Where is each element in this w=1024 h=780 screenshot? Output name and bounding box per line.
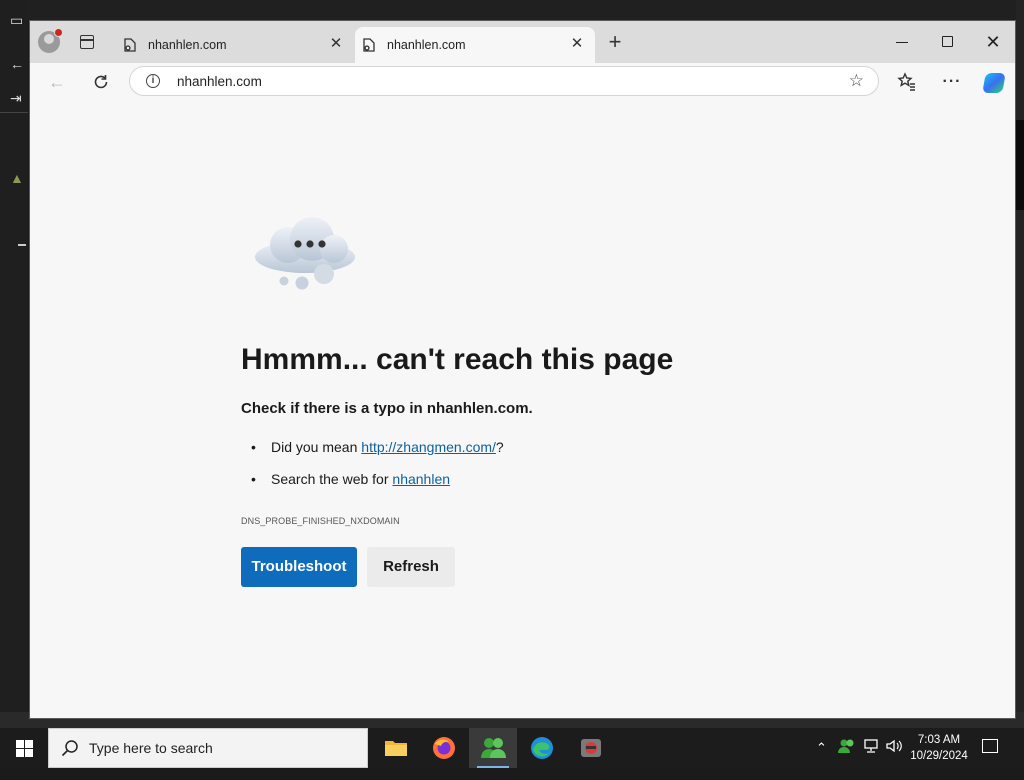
tab-active[interactable]: nhanhlen.com ✕ xyxy=(355,27,595,63)
back-button[interactable]: ← xyxy=(46,71,68,93)
background-window-strip xyxy=(0,0,1024,20)
refresh-button[interactable] xyxy=(90,71,112,93)
search-placeholder: Type here to search xyxy=(89,740,213,756)
background-tree-icon: ▲ xyxy=(10,170,24,186)
tab-actions-icon xyxy=(80,35,94,49)
suggestion-list: • Did you mean http://zhangmen.com/? • S… xyxy=(241,439,504,503)
profile-avatar[interactable] xyxy=(38,28,63,53)
notification-dot xyxy=(54,28,63,37)
tab-title: nhanhlen.com xyxy=(148,38,227,52)
game-icon[interactable] xyxy=(567,728,615,768)
tab-title: nhanhlen.com xyxy=(387,38,466,52)
bullet-icon: • xyxy=(251,439,256,455)
background-divider xyxy=(0,112,28,113)
windows-logo-icon xyxy=(16,740,24,748)
copilot-button[interactable] xyxy=(982,72,1006,94)
refresh-page-button[interactable]: Refresh xyxy=(367,547,455,587)
background-marker xyxy=(18,244,26,246)
file-explorer-icon[interactable] xyxy=(372,728,420,768)
browser-toolbar: ← i nhanhlen.com ☆ ··· xyxy=(30,63,1015,101)
search-web-link[interactable]: nhanhlen xyxy=(392,471,450,487)
background-back-icon: ← xyxy=(10,56,24,72)
firefox-icon[interactable] xyxy=(420,728,468,768)
error-headline: Hmmm... can't reach this page xyxy=(241,343,674,376)
refresh-icon xyxy=(94,75,108,89)
error-page: Hmmm... can't reach this page Check if t… xyxy=(30,101,1015,718)
tab-actions-button[interactable] xyxy=(78,33,96,51)
cloud-icon xyxy=(255,217,355,290)
site-info-icon[interactable]: i xyxy=(146,74,160,88)
tab-close-icon[interactable]: ✕ xyxy=(328,36,344,52)
error-code: DNS_PROBE_FINISHED_NXDOMAIN xyxy=(241,516,400,526)
browser-window: nhanhlen.com ✕ nhanhlen.com ✕ + ✕ ← i nh… xyxy=(29,20,1016,719)
clock-date: 10/29/2024 xyxy=(910,750,968,762)
page-error-icon xyxy=(124,38,136,52)
clock-time: 7:03 AM xyxy=(917,734,961,746)
suggestion-prefix: Did you mean xyxy=(271,439,362,455)
background-block xyxy=(1016,120,1024,210)
suggestion-prefix: Search the web for xyxy=(271,471,393,487)
tray-overflow-icon[interactable]: ⌃ xyxy=(816,740,827,780)
tab-strip: nhanhlen.com ✕ nhanhlen.com ✕ + ✕ xyxy=(30,21,1015,63)
favorites-icon xyxy=(897,72,915,91)
more-options-button[interactable]: ··· xyxy=(941,72,963,94)
copilot-icon xyxy=(982,73,1006,93)
address-url[interactable]: nhanhlen.com xyxy=(177,74,262,89)
background-window-icon: ▭ xyxy=(10,12,24,28)
close-window-button[interactable]: ✕ xyxy=(982,31,1004,53)
suggestion-item: • Did you mean http://zhangmen.com/? xyxy=(241,439,504,471)
notifications-icon[interactable] xyxy=(982,739,998,753)
people-icon[interactable] xyxy=(469,728,517,768)
windows-logo-pane xyxy=(16,749,24,757)
page-error-icon xyxy=(363,38,375,52)
bullet-icon: • xyxy=(251,471,256,487)
taskbar: Type here to search ⌃ 7:03 AM 10/29/2024 xyxy=(0,728,1024,768)
windows-logo-pane xyxy=(25,740,33,748)
taskbar-clock[interactable]: 7:03 AM 10/29/2024 xyxy=(906,732,972,764)
suggested-url-link[interactable]: http://zhangmen.com/ xyxy=(361,439,496,455)
favorites-button[interactable] xyxy=(896,72,918,94)
start-button[interactable] xyxy=(0,728,48,768)
add-favorite-icon[interactable]: ☆ xyxy=(849,71,864,91)
suggestion-item: • Search the web for nhanhlen xyxy=(241,471,504,503)
tab-inactive[interactable]: nhanhlen.com ✕ xyxy=(116,27,354,63)
suggestion-suffix: ? xyxy=(495,439,504,455)
maximize-button[interactable] xyxy=(937,31,959,53)
background-window-right xyxy=(1016,0,1024,728)
tab-close-icon[interactable]: ✕ xyxy=(569,36,585,52)
background-signin-icon: ⇥ xyxy=(10,90,22,106)
windows-logo-pane xyxy=(25,749,33,757)
taskbar-search[interactable]: Type here to search xyxy=(48,728,368,768)
search-icon xyxy=(61,740,78,757)
network-icon[interactable] xyxy=(862,738,880,778)
error-subline: Check if there is a typo in nhanhlen.com… xyxy=(241,400,533,417)
troubleshoot-button[interactable]: Troubleshoot xyxy=(241,547,357,587)
address-bar[interactable]: i nhanhlen.com ☆ xyxy=(129,66,879,96)
edge-icon[interactable] xyxy=(518,728,566,768)
background-window-left: ▭ ← ⇥ ▲ xyxy=(0,0,28,728)
volume-icon[interactable] xyxy=(885,738,903,778)
new-tab-button[interactable]: + xyxy=(606,31,624,53)
tray-people-icon[interactable] xyxy=(838,738,856,778)
minimize-button[interactable] xyxy=(891,31,913,53)
